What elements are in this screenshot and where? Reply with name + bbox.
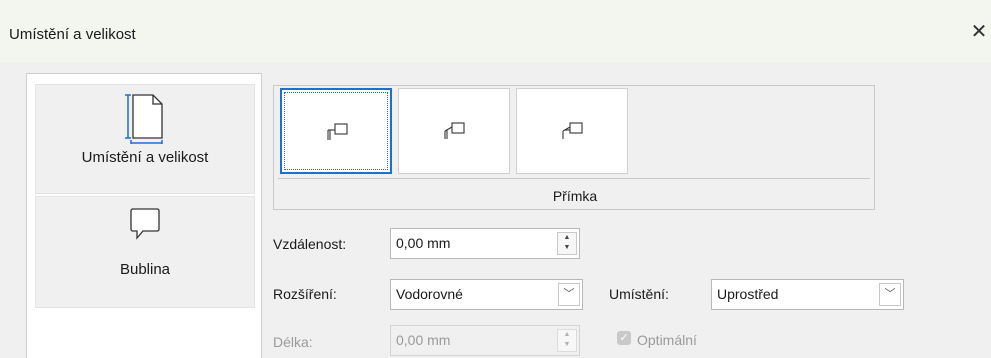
close-icon[interactable]: ✕ [968,22,990,44]
distance-value: 0,00 mm [396,235,451,251]
chevron-down-icon[interactable]: ﹀ [558,283,580,306]
optimal-checkbox: ✓ [617,331,631,345]
extension-select[interactable]: Vodorovné ﹀ [390,279,583,310]
category-label: Umístění a velikost [81,149,209,166]
position-label: Umístění: [609,286,669,302]
position-value: Uprostřed [717,286,779,302]
distance-field[interactable]: 0,00 mm ▲ ▼ [390,228,580,259]
callout-style-tile[interactable] [398,88,510,174]
group-caption: Přímka [552,188,598,204]
category-item-bubble[interactable]: Bublina [35,196,255,308]
length-value: 0,00 mm [396,332,451,348]
category-label: Bublina [119,261,171,278]
category-item-position-size[interactable]: Umístění a velikost [35,84,255,194]
group-separator [278,178,870,179]
callout-style-group: Přímka [273,85,875,210]
speech-bubble-icon [130,208,160,240]
callout-line-style-2-icon [444,122,465,139]
optimal-label: Optimální [637,332,697,348]
callout-style-tile[interactable] [280,88,392,174]
callout-line-style-1-icon [327,123,348,140]
length-label: Délka: [273,334,313,350]
position-select[interactable]: Uprostřed ﹀ [711,279,904,310]
chevron-down-icon[interactable]: ﹀ [879,283,901,306]
spin-down-icon: ▼ [563,341,571,348]
spin-up-icon: ▲ [563,331,571,338]
spin-down-icon[interactable]: ▼ [558,243,576,253]
distance-spinner[interactable]: ▲ ▼ [557,232,577,255]
page-size-icon [125,94,163,144]
window-title: Umístění a velikost [9,26,136,43]
title-bar: Umístění a velikost ✕ [0,0,991,62]
distance-label: Vzdálenost: [273,236,347,252]
length-field: 0,00 mm ▲ ▼ [390,325,580,356]
extension-value: Vodorovné [396,286,463,302]
callout-line-style-3-icon [562,122,583,139]
spin-up-icon[interactable]: ▲ [558,233,576,243]
category-list: Umístění a velikost Bublina [26,73,262,358]
length-spinner: ▲ ▼ [557,329,577,352]
extension-label: Rozšíření: [273,286,337,302]
callout-style-tile[interactable] [516,88,628,174]
